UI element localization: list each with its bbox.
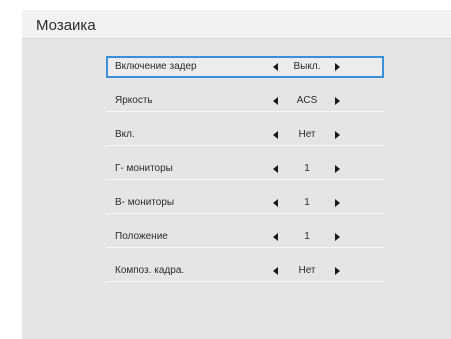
triangle-left-icon[interactable] <box>273 131 278 139</box>
menu-item-value: Нет <box>298 129 316 140</box>
menu-item-value: 1 <box>304 197 310 208</box>
triangle-right-icon[interactable] <box>335 199 340 207</box>
menu-item-brightness[interactable]: Яркость ACS <box>106 90 384 112</box>
menu-item-value: 1 <box>304 231 310 242</box>
osd-menu-panel: Мозаика Включение задер Выкл. Яркость AC… <box>22 10 451 339</box>
triangle-right-icon[interactable] <box>335 165 340 173</box>
triangle-left-icon[interactable] <box>273 233 278 241</box>
triangle-right-icon[interactable] <box>335 131 340 139</box>
title-bar: Мозаика <box>22 10 451 39</box>
menu-item-value: 1 <box>304 163 310 174</box>
menu-item-switch-on-delay[interactable]: Включение задер Выкл. <box>106 56 384 78</box>
triangle-right-icon[interactable] <box>335 97 340 105</box>
menu-item-label: Вкл. <box>115 129 135 140</box>
menu-item-h-monitors[interactable]: Г- мониторы 1 <box>106 158 384 180</box>
menu-item-label: Г- мониторы <box>115 163 173 174</box>
triangle-left-icon[interactable] <box>273 63 278 71</box>
triangle-left-icon[interactable] <box>273 97 278 105</box>
triangle-left-icon[interactable] <box>273 199 278 207</box>
menu-item-position[interactable]: Положение 1 <box>106 226 384 248</box>
menu-item-enable[interactable]: Вкл. Нет <box>106 124 384 146</box>
menu-item-label: Включение задер <box>115 61 197 72</box>
triangle-left-icon[interactable] <box>273 267 278 275</box>
triangle-right-icon[interactable] <box>335 63 340 71</box>
menu-item-label: В- мониторы <box>115 197 175 208</box>
menu-item-value: Нет <box>298 265 316 276</box>
triangle-right-icon[interactable] <box>335 233 340 241</box>
menu-item-label: Положение <box>115 231 168 242</box>
menu-item-value: Выкл. <box>293 61 321 72</box>
menu-title: Мозаика <box>36 17 96 34</box>
menu-item-value: ACS <box>296 95 318 106</box>
menu-item-v-monitors[interactable]: В- мониторы 1 <box>106 192 384 214</box>
triangle-right-icon[interactable] <box>335 267 340 275</box>
triangle-left-icon[interactable] <box>273 165 278 173</box>
menu-item-label: Композ. кадра. <box>115 265 185 276</box>
menu-item-frame-comp[interactable]: Композ. кадра. Нет <box>106 260 384 282</box>
menu-item-label: Яркость <box>115 95 153 106</box>
